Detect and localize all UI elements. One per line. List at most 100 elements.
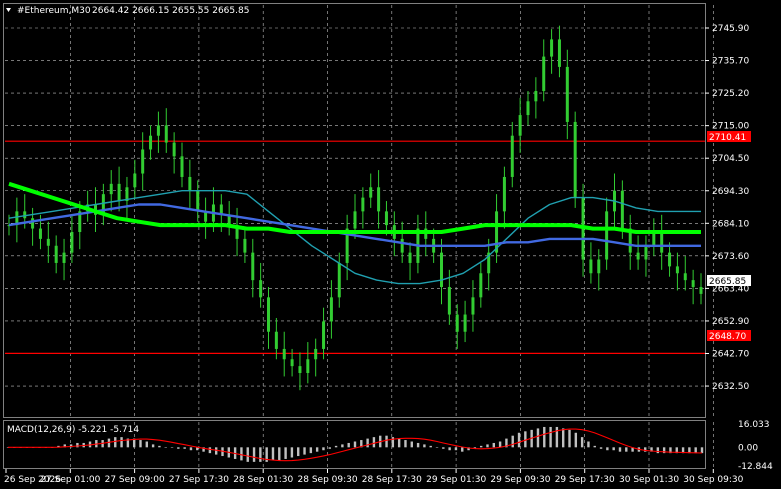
triangle-down-icon[interactable] — [6, 8, 11, 12]
price-tick-label: 2652.90 — [712, 317, 749, 327]
candle-body — [62, 252, 66, 263]
macd-bar — [278, 447, 281, 461]
candle-body — [620, 190, 624, 229]
macd-bar — [372, 437, 376, 448]
candle-body — [267, 297, 270, 332]
time-tick-label: 30 Sep 09:30 — [683, 475, 743, 485]
macd-bar — [303, 447, 306, 455]
macd-bar — [536, 428, 540, 448]
candle-body — [479, 273, 483, 298]
candle-body — [644, 245, 648, 260]
time-tick-label: 27 Sep 09:00 — [105, 475, 165, 485]
candle-body — [408, 252, 412, 263]
macd-label: MACD(12,26,9) -5.221 -5.714 — [7, 425, 139, 435]
candle-body — [565, 66, 569, 122]
price-tick-label: 2725.20 — [712, 89, 749, 99]
candle-body — [243, 238, 247, 253]
symbol-timeframe: #Ethereum,M30 — [17, 6, 91, 16]
candle-body — [510, 135, 514, 177]
time-tick-label: 27 Sep 17:30 — [169, 475, 229, 485]
price-tick-label: 2684.10 — [712, 219, 749, 229]
macd-bar — [555, 426, 559, 448]
macd-bar — [353, 441, 357, 448]
macd-bar — [423, 444, 426, 448]
macd-bar — [442, 447, 445, 449]
macd-bar — [618, 447, 622, 452]
time-tick-label: 29 Sep 01:30 — [426, 475, 486, 485]
macd-bar — [410, 441, 413, 448]
macd-bar — [562, 428, 565, 448]
macd-bar — [158, 445, 161, 448]
macd-bar — [587, 441, 590, 448]
candle-body — [447, 287, 451, 315]
candle-body — [141, 149, 145, 174]
candle-body — [38, 228, 42, 239]
candle-body — [502, 176, 506, 212]
candle-body — [164, 125, 168, 143]
candle-body — [668, 252, 672, 267]
macd-tick-label: -12.844 — [738, 462, 773, 472]
macd-bar — [625, 447, 628, 452]
macd-bar — [208, 447, 212, 454]
macd-bar — [580, 437, 584, 448]
macd-bar — [492, 442, 495, 448]
macd-bar — [183, 447, 186, 449]
candle-body — [589, 259, 593, 274]
macd-bar — [461, 447, 464, 452]
candle-body — [70, 231, 74, 253]
price-tick-label: 2745.90 — [712, 24, 749, 34]
macd-bar — [486, 444, 489, 448]
support-tag: 2648.70 — [707, 330, 751, 342]
candle-body — [259, 280, 263, 298]
candle-body — [534, 90, 538, 102]
candle-body — [337, 262, 341, 298]
macd-bar — [498, 441, 502, 448]
macd-bar — [606, 447, 609, 451]
ohlc-values: 2664.42 2666.15 2655.55 2665.85 — [92, 6, 249, 16]
svg-text:2710.41: 2710.41 — [709, 133, 746, 143]
candle-body — [149, 135, 153, 150]
macd-bar — [404, 440, 407, 448]
time-tick-label: 27 Sep 01:00 — [40, 475, 100, 485]
macd-bar — [177, 447, 180, 449]
candle-body — [605, 211, 609, 260]
macd-bar — [315, 447, 319, 452]
candle-body — [361, 197, 365, 212]
candle-body — [597, 259, 601, 274]
macd-bar — [76, 442, 79, 448]
candle-body — [384, 211, 388, 226]
macd-bar — [397, 438, 401, 448]
macd-bar — [341, 444, 344, 448]
candle-body — [298, 366, 302, 374]
candle-body — [683, 273, 687, 281]
candle-body — [542, 56, 546, 91]
level-lines — [5, 140, 705, 355]
candle-body — [550, 39, 554, 57]
candle-body — [557, 39, 561, 67]
macd-bar — [574, 432, 578, 448]
candle-body — [23, 211, 27, 219]
price-tick-label: 2642.70 — [712, 350, 749, 360]
candle-body — [172, 142, 176, 157]
macd-bar — [429, 445, 432, 448]
macd-bar — [656, 447, 660, 454]
candle-body — [188, 176, 192, 191]
macd-bar — [290, 447, 294, 458]
macd-bar — [612, 447, 615, 451]
candle-body — [369, 187, 373, 198]
macd-bar — [114, 437, 117, 448]
macd-bar — [139, 440, 142, 448]
candle-body — [251, 252, 255, 281]
macd-bar — [543, 426, 546, 448]
macd-bar — [151, 444, 155, 448]
candle-body — [440, 252, 443, 288]
time-tick-label: 28 Sep 01:30 — [233, 475, 293, 485]
candle-body — [675, 266, 679, 274]
macd-bar — [366, 438, 369, 448]
macd-bar — [189, 447, 193, 451]
candle-body — [329, 297, 333, 322]
candle-body — [660, 231, 664, 253]
macd-bar — [284, 447, 287, 459]
chart-canvas[interactable]: #Ethereum,M30 2664.42 2666.15 2655.55 26… — [0, 0, 781, 489]
candle-body — [463, 314, 467, 332]
